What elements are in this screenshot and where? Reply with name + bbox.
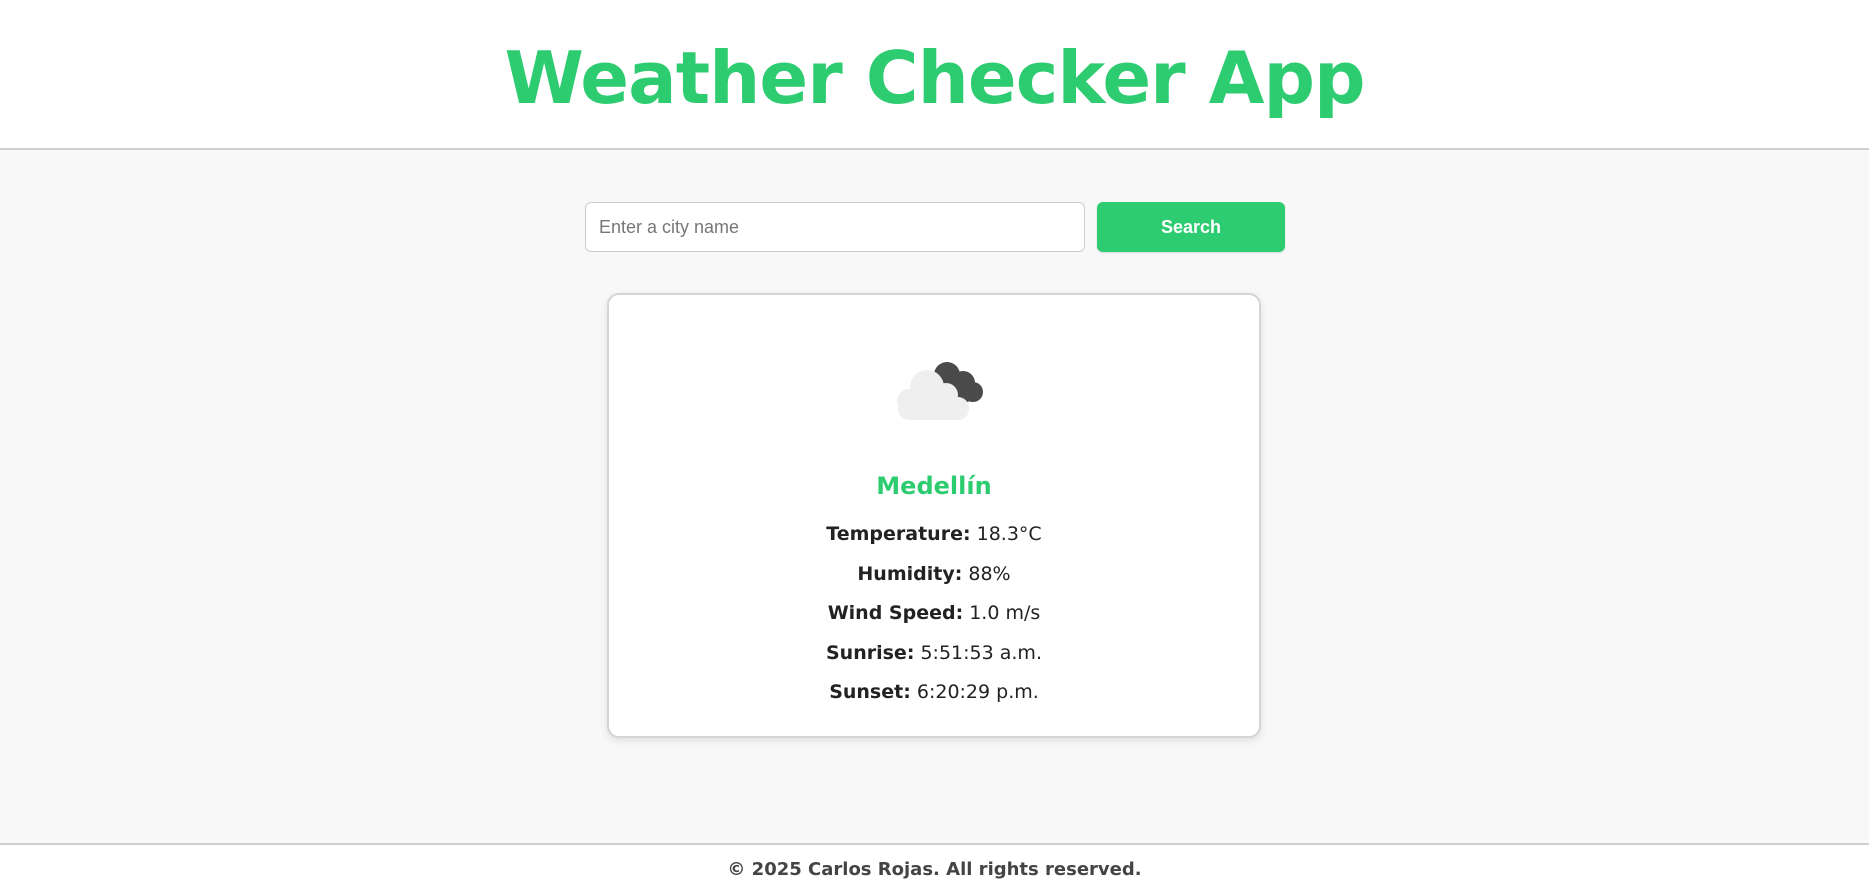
search-button[interactable]: Search: [1097, 202, 1285, 252]
weather-card: Medellín Temperature: 18.3°C Humidity: 8…: [607, 293, 1261, 738]
temperature-label: Temperature:: [826, 523, 971, 545]
partly-cloudy-icon: [897, 362, 983, 420]
sunrise-row: Sunrise: 5:51:53 a.m.: [609, 640, 1259, 666]
page-title: Weather Checker App: [504, 36, 1365, 120]
sunset-label: Sunset:: [829, 681, 911, 703]
sunset-row: Sunset: 6:20:29 p.m.: [609, 679, 1259, 705]
wind-speed-label: Wind Speed:: [827, 602, 964, 624]
wind-speed-row: Wind Speed: 1.0 m/s: [609, 600, 1259, 626]
app-header: Weather Checker App: [0, 0, 1869, 150]
sunset-value: 6:20:29 p.m.: [916, 681, 1039, 703]
city-name: Medellín: [876, 472, 992, 500]
copyright-text: © 2025 Carlos Rojas. All rights reserved…: [727, 859, 1142, 880]
sunrise-label: Sunrise:: [826, 642, 915, 664]
temperature-row: Temperature: 18.3°C: [609, 521, 1259, 547]
temperature-value: 18.3°C: [976, 523, 1042, 545]
wind-speed-value: 1.0 m/s: [969, 602, 1041, 624]
humidity-label: Humidity:: [857, 563, 963, 585]
sunrise-value: 5:51:53 a.m.: [920, 642, 1042, 664]
city-search-input[interactable]: [585, 202, 1085, 252]
page-footer: © 2025 Carlos Rojas. All rights reserved…: [0, 843, 1869, 895]
humidity-row: Humidity: 88%: [609, 561, 1259, 587]
humidity-value: 88%: [968, 563, 1011, 585]
